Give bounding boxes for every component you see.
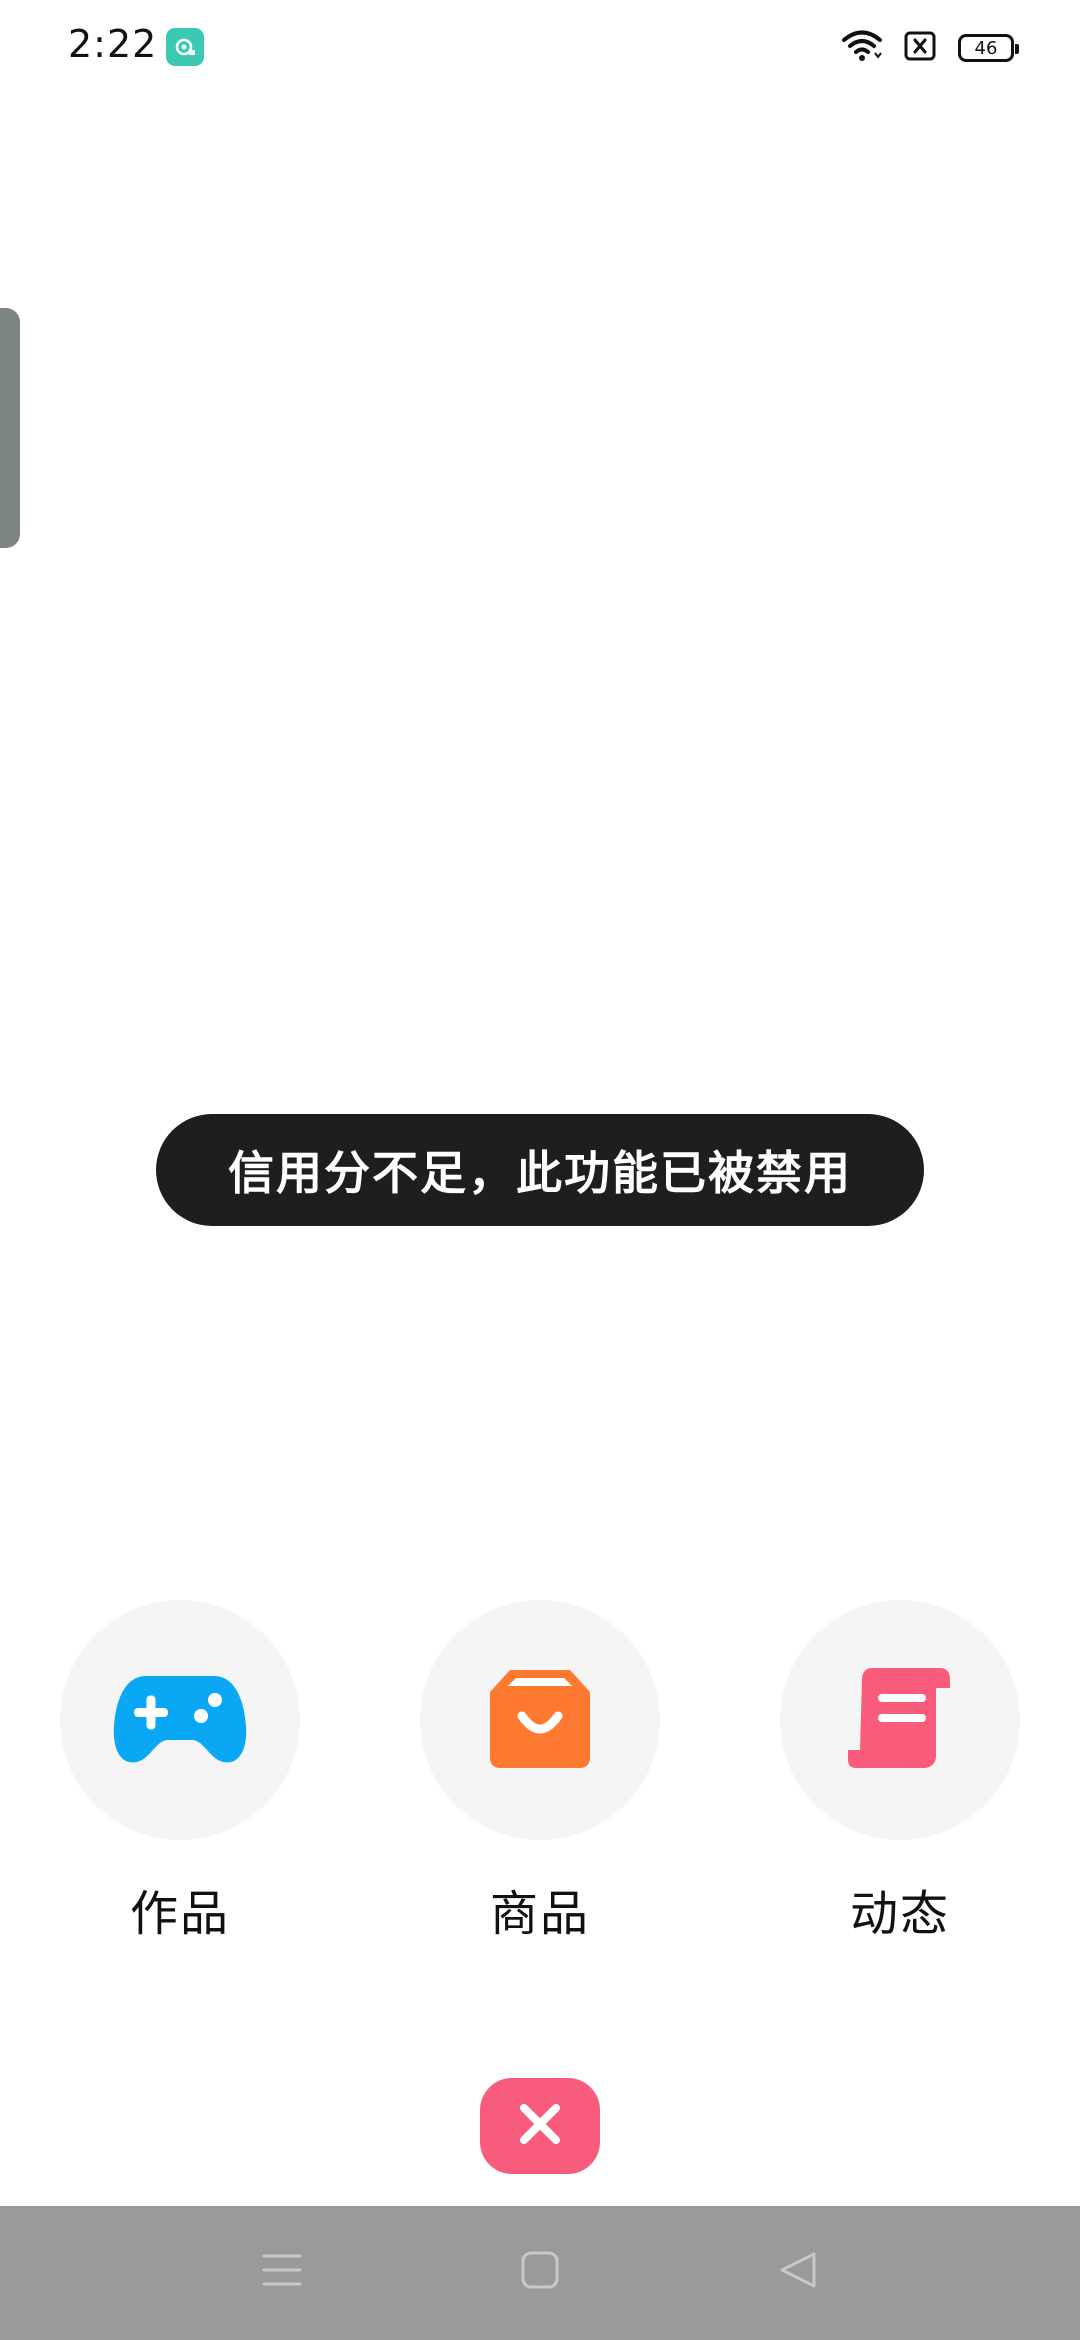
navigation-bar (0, 2206, 1080, 2340)
back-icon (778, 2250, 818, 2294)
wifi-icon (842, 29, 882, 67)
option-works-label: 作品 (129, 1886, 230, 1942)
nav-back-button[interactable] (766, 2240, 830, 2304)
screen-record-icon (166, 28, 204, 66)
side-edge-handle[interactable] (0, 308, 20, 548)
status-time: 2:22 (68, 22, 158, 66)
option-moments-circle[interactable] (780, 1600, 1020, 1840)
close-button[interactable] (480, 2078, 600, 2174)
option-products[interactable]: 商品 (420, 1600, 660, 1944)
battery-level: 46 (974, 37, 998, 59)
menu-icon (262, 2252, 302, 2292)
toast-text: 信用分不足，此功能已被禁用 (228, 1146, 852, 1200)
option-moments[interactable]: 动态 (780, 1600, 1020, 1944)
close-icon (518, 2102, 562, 2150)
option-products-circle[interactable] (420, 1600, 660, 1840)
shopping-bag-icon (488, 1666, 592, 1774)
option-products-label: 商品 (489, 1886, 590, 1942)
home-icon (520, 2250, 560, 2294)
nav-menu-button[interactable] (250, 2240, 314, 2304)
gamepad-icon (112, 1668, 248, 1772)
option-works[interactable]: 作品 (60, 1600, 300, 1944)
battery-icon: 46 (958, 34, 1019, 62)
toast-message: 信用分不足，此功能已被禁用 (156, 1114, 924, 1226)
status-icons: 46 (842, 26, 1019, 70)
option-moments-label: 动态 (849, 1886, 950, 1942)
option-works-circle[interactable] (60, 1600, 300, 1840)
scroll-icon (848, 1666, 952, 1774)
status-bar: 2:22 46 (0, 0, 1080, 96)
nav-home-button[interactable] (508, 2240, 572, 2304)
sim-off-icon (904, 30, 936, 66)
